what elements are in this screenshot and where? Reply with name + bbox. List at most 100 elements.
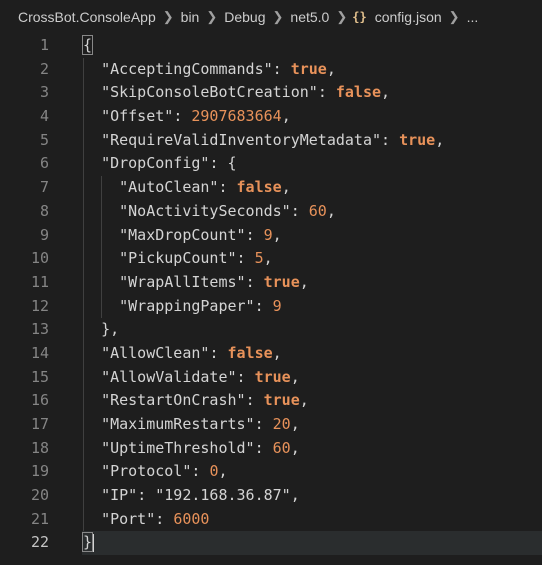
code-line[interactable]: 1{ — [0, 34, 542, 58]
json-key: "RestartOnCrash" — [101, 391, 246, 410]
line-number: 9 — [39, 225, 49, 244]
code-line[interactable]: 22} — [0, 531, 542, 555]
json-value: { — [227, 154, 237, 173]
code-line[interactable]: 4 "Offset": 2907683664, — [0, 105, 542, 129]
json-file-icon: {} — [352, 10, 367, 24]
colon: : — [245, 225, 264, 244]
breadcrumb-item-file[interactable]: config.json — [373, 9, 444, 25]
chevron-right-icon: ❯ — [448, 9, 460, 24]
line-number: 4 — [39, 107, 49, 126]
json-value: 60 — [272, 438, 291, 457]
colon: : — [155, 509, 174, 528]
line-number: 17 — [30, 415, 49, 433]
line-number: 13 — [30, 320, 49, 339]
text-cursor — [92, 533, 95, 552]
trailing-punc: , — [281, 178, 291, 197]
code-content: "SkipConsoleBotCreation": false, — [83, 81, 390, 105]
colon: : — [272, 59, 291, 78]
line-number: 19 — [30, 462, 49, 481]
colon: : — [254, 296, 273, 315]
breadcrumb-item-crossbot[interactable]: CrossBot.ConsoleApp — [16, 9, 158, 25]
line-number: 12 — [30, 296, 49, 315]
trailing-punc: , — [281, 107, 291, 126]
json-value: 9 — [263, 225, 273, 244]
code-line[interactable]: 21 "Port": 6000 — [0, 507, 542, 532]
line-number: 18 — [30, 438, 49, 457]
trailing-punc: , — [218, 462, 228, 481]
line-number: 10 — [30, 249, 49, 268]
line-number: 14 — [30, 343, 49, 362]
line-number: 3 — [39, 83, 49, 102]
line-number: 21 — [30, 509, 49, 528]
json-value: false — [236, 178, 282, 197]
code-line[interactable]: 16 "RestartOnCrash": true, — [0, 389, 542, 413]
code-line[interactable]: 7 "AutoClean": false, — [0, 176, 542, 200]
code-line[interactable]: 9 "MaxDropCount": 9, — [0, 223, 542, 248]
colon: : — [236, 367, 255, 386]
line-number: 6 — [39, 154, 49, 173]
json-value: true — [399, 130, 436, 149]
open-brace: { — [81, 35, 94, 55]
code-line[interactable]: 18 "UptimeThreshold": 60, — [0, 436, 542, 461]
code-line[interactable]: 19 "Protocol": 0, — [0, 460, 542, 485]
colon: : — [254, 415, 273, 433]
json-value: 2907683664 — [191, 107, 282, 126]
line-number: 11 — [30, 272, 49, 291]
line-number: 15 — [30, 367, 49, 386]
line-number: 5 — [39, 130, 49, 149]
code-line[interactable]: 20 "IP": "192.168.36.87", — [0, 484, 542, 508]
json-value: 20 — [272, 415, 291, 433]
closing-brace: }, — [101, 320, 120, 339]
trailing-punc: , — [290, 415, 300, 433]
breadcrumb-item-net50[interactable]: net5.0 — [288, 9, 331, 25]
json-key: "RequireValidInventoryMetadata" — [101, 130, 382, 149]
trailing-punc: , — [381, 83, 391, 102]
code-content: "Offset": 2907683664, — [83, 105, 291, 129]
colon: : — [209, 154, 228, 173]
code-line[interactable]: 3 "SkipConsoleBotCreation": false, — [0, 81, 542, 106]
code-line[interactable]: 14 "AllowClean": false, — [0, 341, 542, 366]
code-content: "NoActivitySeconds": 60, — [83, 200, 336, 224]
json-value: true — [254, 367, 291, 386]
trailing-punc: , — [290, 367, 300, 386]
breadcrumb-item-bin[interactable]: bin — [179, 9, 202, 25]
breadcrumb-more[interactable]: ... — [465, 9, 481, 25]
json-key: "WrapAllItems" — [119, 272, 246, 291]
code-line[interactable]: 17 "MaximumRestarts": 20, — [0, 413, 542, 437]
colon: : — [209, 343, 228, 362]
colon: : — [254, 438, 273, 457]
code-content: "UptimeThreshold": 60, — [83, 437, 300, 461]
json-key: "NoActivitySeconds" — [119, 201, 291, 220]
json-key: "MaxDropCount" — [119, 225, 246, 244]
code-line[interactable]: 8 "NoActivitySeconds": 60, — [0, 199, 542, 224]
code-content: "AutoClean": false, — [83, 176, 291, 200]
code-content: "PickupCount": 5, — [83, 247, 273, 271]
json-value: true — [263, 272, 300, 291]
code-content: } — [81, 531, 95, 555]
colon: : — [236, 249, 255, 268]
json-key: "IP" — [101, 486, 138, 505]
code-content: { — [81, 34, 94, 58]
json-key: "Protocol" — [101, 462, 192, 481]
code-line[interactable]: 13 }, — [0, 318, 542, 342]
breadcrumb-item-debug[interactable]: Debug — [222, 9, 267, 25]
trailing-punc: , — [272, 225, 282, 244]
code-content: "WrappingPaper": 9 — [83, 295, 282, 319]
code-editor[interactable]: 1{2 "AcceptingCommands": true, 3 "SkipCon… — [0, 34, 542, 555]
code-content: "Port": 6000 — [83, 508, 209, 532]
code-line[interactable]: 10 "PickupCount": 5, — [0, 247, 542, 271]
code-line[interactable]: 6 "DropConfig": { — [0, 152, 542, 177]
code-line[interactable]: 15 "AllowValidate": true, — [0, 365, 542, 390]
code-content: "RequireValidInventoryMetadata": true, — [83, 129, 444, 153]
code-line[interactable]: 12 "WrappingPaper": 9 — [0, 294, 542, 319]
colon: : — [317, 83, 336, 102]
json-value: false — [335, 83, 382, 102]
code-line[interactable]: 11 "WrapAllItems": true, — [0, 270, 542, 295]
code-content: "MaximumRestarts": 20, — [83, 413, 300, 437]
code-line[interactable]: 2 "AcceptingCommands": true, — [0, 57, 542, 82]
code-line[interactable]: 5 "RequireValidInventoryMetadata": true, — [0, 128, 542, 153]
trailing-punc: , — [299, 391, 309, 410]
json-value: true — [290, 59, 327, 78]
json-key: "AllowValidate" — [101, 367, 237, 386]
trailing-punc: , — [263, 249, 273, 268]
